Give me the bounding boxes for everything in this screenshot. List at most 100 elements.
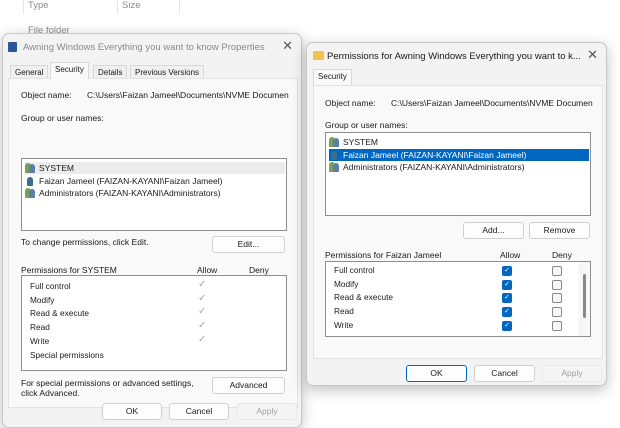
allow-checkbox[interactable]: ✓ <box>502 293 512 304</box>
group-icon <box>329 137 340 147</box>
user-name: Administrators (FAIZAN-KAYANI\Administra… <box>39 188 221 198</box>
deny-checkbox[interactable] <box>552 307 562 318</box>
deny-header: Deny <box>249 265 269 275</box>
dialog-title: Awning Windows Everything you want to kn… <box>23 41 265 53</box>
security-panel: Object name: C:\Users\Faizan Jameel\Docu… <box>313 85 603 359</box>
cancel-button[interactable]: Cancel <box>474 365 535 382</box>
tab-general[interactable]: General <box>10 65 49 79</box>
object-name-value: C:\Users\Faizan Jameel\Documents\NVME Do… <box>391 98 593 108</box>
edit-button[interactable]: Edit... <box>212 236 285 253</box>
icon-part <box>333 163 339 172</box>
close-icon[interactable]: ✕ <box>587 47 598 63</box>
group-label: Group or user names: <box>325 120 408 130</box>
advanced-hint-line1: For special permissions or advanced sett… <box>21 378 194 388</box>
allow-header: Allow <box>197 265 218 275</box>
user-icon <box>25 176 36 186</box>
column-separator[interactable] <box>117 0 118 14</box>
group-label: Group or user names: <box>21 113 104 123</box>
icon-part <box>29 164 35 173</box>
permission-name: Write <box>30 335 50 346</box>
title-bar: Permissions for Awning Windows Everythin… <box>307 43 606 69</box>
scrollbar[interactable] <box>578 262 590 336</box>
folder-icon <box>313 51 324 60</box>
deny-header: Deny <box>552 250 572 260</box>
group-icon <box>25 163 36 173</box>
object-name-label: Object name: <box>325 98 376 108</box>
icon-part <box>29 189 35 198</box>
ok-button[interactable]: OK <box>102 403 162 420</box>
user-name: Faizan Jameel (FAIZAN-KAYANI\Faizan Jame… <box>39 175 223 186</box>
checkmark-icon: ✓ <box>198 306 207 318</box>
tab-security[interactable]: Security <box>313 69 352 86</box>
tab-security[interactable]: Security <box>50 62 89 79</box>
icon-part <box>331 150 337 160</box>
permissions-list: Full control ✓ Modify ✓ Read & execute ✓ Read ✓… <box>21 275 287 371</box>
permissions-header: Permissions for Faizan Jameel <box>325 250 442 260</box>
user-name: SYSTEM <box>39 163 74 173</box>
permissions-header: Permissions for SYSTEM <box>21 265 117 275</box>
permission-name: Full control <box>334 265 375 275</box>
column-header-type[interactable]: Type <box>28 0 49 11</box>
column-separator[interactable] <box>23 0 24 14</box>
permission-name: Modify <box>30 294 55 305</box>
user-list-item[interactable]: Faizan Jameel (FAIZAN-KAYANI\Faizan Jame… <box>329 148 589 161</box>
checkmark-icon: ✓ <box>198 320 207 332</box>
user-icon <box>329 150 340 160</box>
deny-checkbox[interactable] <box>552 266 562 276</box>
document-icon <box>8 42 17 52</box>
remove-button[interactable]: Remove <box>529 222 590 239</box>
user-list[interactable]: SYSTEM Faizan Jameel (FAIZAN-KAYANI\Faiza… <box>325 132 591 216</box>
checkmark-icon: ✓ <box>198 292 207 304</box>
group-icon <box>329 162 340 172</box>
cancel-button[interactable]: Cancel <box>169 403 229 420</box>
allow-checkbox[interactable]: ✓ <box>502 279 512 290</box>
scrollbar-thumb[interactable] <box>583 274 586 318</box>
user-name: SYSTEM <box>343 137 378 147</box>
allow-checkbox[interactable]: ✓ <box>502 266 512 276</box>
permission-name: Write <box>334 319 354 330</box>
icon-part <box>333 138 339 147</box>
allow-checkbox[interactable]: ✓ <box>502 307 512 318</box>
properties-dialog: Awning Windows Everything you want to kn… <box>2 33 302 428</box>
user-list-item[interactable]: Administrators (FAIZAN-KAYANI\Administra… <box>329 161 525 173</box>
permission-name: Read <box>30 322 50 333</box>
object-name-label: Object name: <box>21 90 72 100</box>
deny-checkbox[interactable] <box>552 279 562 290</box>
permission-name: Full control <box>30 281 71 291</box>
apply-button[interactable]: Apply <box>542 365 602 382</box>
allow-checkbox[interactable]: ✓ <box>502 320 512 331</box>
ok-button[interactable]: OK <box>406 365 467 382</box>
add-button[interactable]: Add... <box>463 222 524 239</box>
user-name: Administrators (FAIZAN-KAYANI\Administra… <box>343 162 525 172</box>
checkmark-icon: ✓ <box>198 279 207 290</box>
advanced-button[interactable]: Advanced <box>212 377 285 394</box>
permissions-list: Full control ✓ Modify ✓ Read & execute ✓ Read ✓… <box>325 261 591 337</box>
permissions-dialog: Permissions for Awning Windows Everythin… <box>306 42 607 386</box>
close-icon[interactable]: ✕ <box>282 38 293 54</box>
tab-previous-versions[interactable]: Previous Versions <box>130 65 205 79</box>
user-list-item[interactable]: Faizan Jameel (FAIZAN-KAYANI\Faizan Jame… <box>25 175 222 187</box>
user-name: Faizan Jameel (FAIZAN-KAYANI\Faizan Jame… <box>343 149 527 160</box>
permission-name: Special permissions <box>30 349 104 360</box>
deny-checkbox[interactable] <box>552 320 562 331</box>
icon-part <box>27 176 33 186</box>
allow-header: Allow <box>500 250 521 260</box>
permission-name: Read <box>334 306 354 317</box>
user-list-item[interactable]: Administrators (FAIZAN-KAYANI\Administra… <box>25 187 221 199</box>
permission-name: Read & execute <box>334 292 394 303</box>
change-hint: To change permissions, click Edit. <box>21 237 149 247</box>
checkmark-icon: ✓ <box>198 333 207 345</box>
apply-button[interactable]: Apply <box>237 403 297 420</box>
permission-name: Modify <box>334 278 359 289</box>
user-list-item[interactable]: SYSTEM <box>25 162 285 174</box>
user-list[interactable]: SYSTEM Faizan Jameel (FAIZAN-KAYANI\Faiza… <box>21 158 287 231</box>
dialog-title: Permissions for Awning Windows Everythin… <box>327 50 581 62</box>
advanced-hint-line2: click Advanced. <box>21 388 80 398</box>
user-list-item[interactable]: SYSTEM <box>329 136 378 148</box>
tab-details[interactable]: Details <box>93 65 128 79</box>
object-name-value: C:\Users\Faizan Jameel\Documents\NVME Do… <box>87 90 289 100</box>
deny-checkbox[interactable] <box>552 293 562 304</box>
title-bar: Awning Windows Everything you want to kn… <box>3 34 301 60</box>
column-header-size[interactable]: Size <box>122 0 140 11</box>
column-separator[interactable] <box>179 0 180 14</box>
